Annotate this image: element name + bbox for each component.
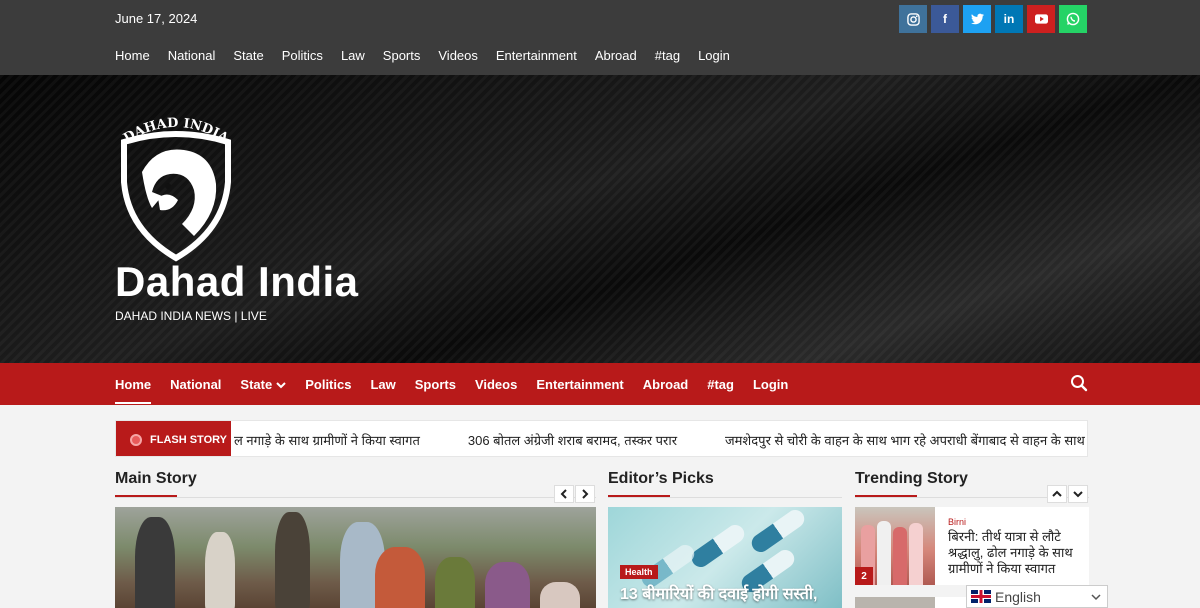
language-label: English [995, 588, 1041, 605]
main-nav-state-label: State [240, 376, 273, 392]
main-nav-law[interactable]: Law [370, 377, 395, 392]
main-nav-politics[interactable]: Politics [305, 377, 351, 392]
language-selector[interactable]: English [966, 585, 1108, 608]
main-story-title: Main Story [115, 470, 197, 498]
top-nav-abroad[interactable]: Abroad [595, 48, 637, 63]
slider-prev-button[interactable] [554, 485, 574, 503]
trending-item[interactable]: 2 Birni बिरनी: तीर्थ यात्रा से लौटे श्रद… [855, 507, 1089, 585]
top-nav-entertainment[interactable]: Entertainment [496, 48, 577, 63]
top-nav-videos[interactable]: Videos [438, 48, 478, 63]
trending-up-button[interactable] [1047, 485, 1067, 503]
divider [115, 497, 596, 498]
main-nav-sports[interactable]: Sports [415, 377, 456, 392]
trending-category[interactable]: Birni [948, 517, 966, 527]
top-nav-login[interactable]: Login [698, 48, 730, 63]
uk-flag-icon [971, 590, 991, 603]
chevron-left-icon [560, 489, 567, 499]
ticker-item[interactable]: जमशेदपुर से चोरी के वाहन के साथ भाग रहे … [725, 431, 1087, 449]
news-ticker: ल नगाड़े के साथ ग्रामीणों ने किया स्वागत… [234, 421, 1087, 456]
chevron-down-icon [276, 381, 286, 388]
editors-picks-title: Editor’s Picks [608, 470, 714, 498]
slider-next-button[interactable] [575, 485, 595, 503]
top-nav-politics[interactable]: Politics [282, 48, 323, 63]
search-icon[interactable] [1070, 374, 1088, 392]
social-links: f in [899, 5, 1091, 33]
current-date: June 17, 2024 [115, 11, 198, 26]
editors-pick-headline[interactable]: 13 बीमारियों की दवाई होगी सस्ती, [620, 582, 818, 604]
main-nav-home[interactable]: Home [115, 377, 152, 404]
main-nav-state[interactable]: State [240, 377, 286, 392]
top-nav-law[interactable]: Law [341, 48, 365, 63]
chevron-up-icon [1052, 490, 1062, 497]
ticker-item[interactable]: 306 बोतल अंग्रेजी शराब बरामद, तस्कर परार [468, 431, 677, 449]
site-title[interactable]: Dahad India [115, 258, 359, 306]
flash-dot-icon [130, 433, 142, 446]
top-nav-home[interactable]: Home [115, 48, 150, 63]
category-badge[interactable]: Health [620, 565, 658, 579]
chevron-right-icon [582, 489, 589, 499]
site-tagline: DAHAD INDIA NEWS | LIVE [115, 309, 267, 323]
youtube-icon[interactable] [1027, 5, 1055, 33]
chevron-down-icon [1073, 491, 1083, 498]
main-nav-entertainment[interactable]: Entertainment [536, 377, 623, 392]
main-story-image[interactable] [115, 507, 596, 608]
top-bar: June 17, 2024 f in Home National State P… [0, 0, 1200, 75]
flash-story-bar: FLASH STORY ल नगाड़े के साथ ग्रामीणों ने… [115, 420, 1088, 457]
trending-story-title: Trending Story [855, 470, 968, 498]
flash-story-label: FLASH STORY [116, 421, 231, 456]
trending-down-button[interactable] [1068, 485, 1088, 503]
flash-label-text: FLASH STORY [150, 433, 228, 446]
whatsapp-icon[interactable] [1059, 5, 1087, 33]
top-nav: Home National State Politics Law Sports … [115, 48, 748, 63]
ticker-item[interactable]: ल नगाड़े के साथ ग्रामीणों ने किया स्वागत [234, 431, 420, 449]
divider [608, 497, 842, 498]
lion-logo[interactable]: DAHAD INDIA [112, 112, 240, 262]
main-nav-national[interactable]: National [170, 377, 221, 392]
main-nav-abroad[interactable]: Abroad [643, 377, 689, 392]
main-nav-tag[interactable]: #tag [707, 377, 734, 392]
trending-rank: 2 [855, 567, 873, 585]
trending-title[interactable]: बिरनी: तीर्थ यात्रा से लौटे श्रद्धालु, ढ… [948, 529, 1086, 577]
main-nav: Home National State Politics Law Sports … [0, 363, 1200, 405]
top-nav-state[interactable]: State [233, 48, 263, 63]
main-nav-login[interactable]: Login [753, 377, 788, 392]
linkedin-icon[interactable]: in [995, 5, 1023, 33]
chevron-down-icon [1091, 594, 1101, 601]
facebook-icon[interactable]: f [931, 5, 959, 33]
twitter-icon[interactable] [963, 5, 991, 33]
instagram-icon[interactable] [899, 5, 927, 33]
top-nav-national[interactable]: National [168, 48, 216, 63]
top-nav-tag[interactable]: #tag [655, 48, 680, 63]
main-nav-videos[interactable]: Videos [475, 377, 517, 392]
top-nav-sports[interactable]: Sports [383, 48, 421, 63]
